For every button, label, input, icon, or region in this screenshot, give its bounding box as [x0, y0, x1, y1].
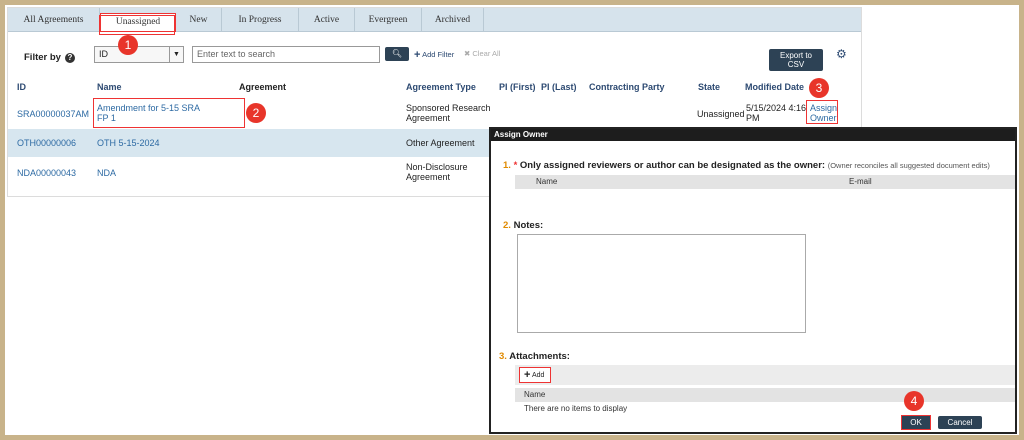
clear-all-label: Clear All [472, 49, 501, 58]
col-header-state[interactable]: State [698, 82, 720, 92]
assign-owner-dialog: Assign Owner 1. * Only assigned reviewer… [489, 127, 1017, 434]
clear-all-link[interactable]: ✖ Clear All [464, 49, 500, 58]
filter-field-value: ID [99, 49, 108, 59]
tab-evergreen[interactable]: Evergreen [355, 8, 422, 32]
plus-icon: + [524, 369, 531, 381]
attachments-col-name: Name [524, 390, 546, 399]
col-header-modified-date[interactable]: Modified Date [745, 82, 804, 92]
row-id[interactable]: SRA00000037AM [17, 109, 89, 119]
help-icon[interactable]: ? [64, 52, 75, 63]
row-date-line2: PM [746, 113, 760, 123]
add-label: Add [532, 372, 545, 379]
owner-section-note: (Owner reconciles all suggested document… [827, 161, 990, 170]
attachments-grid-header: Name [515, 388, 1015, 402]
tab-all-agreements[interactable]: All Agreements [8, 8, 100, 32]
owner-section-label: Only assigned reviewers or author can be… [519, 160, 826, 171]
owner-col-name: Name [536, 177, 558, 186]
attachments-section-heading: 3. Attachments: [499, 351, 570, 362]
col-header-name[interactable]: Name [97, 82, 122, 92]
plus-icon: + [414, 49, 421, 61]
row-name[interactable]: NDA [97, 168, 116, 178]
notes-textarea[interactable] [517, 234, 806, 333]
required-star: * [513, 160, 518, 171]
x-icon: ✖ [464, 49, 471, 58]
attachments-label: Attachments: [509, 351, 570, 362]
tab-new[interactable]: New [176, 8, 222, 32]
step-badge-2: 2 [246, 103, 266, 123]
owner-col-email: E-mail [849, 177, 872, 186]
highlight-row-name [93, 98, 245, 128]
filter-field-select[interactable]: ID ▼ [94, 46, 184, 63]
add-attachment-button[interactable]: + Add [519, 367, 551, 383]
row-type-line2: Agreement [406, 113, 451, 123]
chevron-down-icon[interactable]: ▼ [169, 47, 183, 62]
owner-section-heading: 1. * Only assigned reviewers or author c… [503, 160, 990, 171]
notes-section-heading: 2. Notes: [503, 220, 543, 231]
highlight-unassigned-tab [99, 15, 175, 35]
row-id[interactable]: NDA00000043 [17, 168, 76, 178]
add-filter-link[interactable]: + Add Filter [414, 49, 454, 61]
dialog-title: Assign Owner [491, 129, 1015, 141]
cancel-button[interactable]: Cancel [938, 416, 982, 429]
search-button[interactable]: 🔍︎ [385, 47, 409, 61]
col-header-agreement: Agreement [239, 82, 287, 92]
step-badge-4: 4 [904, 391, 924, 411]
step-badge-1: 1 [118, 35, 138, 55]
tab-in-progress[interactable]: In Progress [222, 8, 299, 32]
step-badge-3: 3 [809, 78, 829, 98]
row-state: Unassigned [697, 109, 745, 119]
row-date: 5/15/2024 4:16 [746, 103, 807, 113]
section-number: 1. [503, 160, 511, 171]
col-header-pi-last[interactable]: PI (Last) [541, 82, 577, 92]
col-header-contracting-party[interactable]: Contracting Party [589, 82, 665, 92]
filter-row: Filter by ? ID ▼ Enter text to search 🔍︎… [24, 46, 500, 63]
row-type: Non-Disclosure [406, 162, 468, 172]
row-type-line2: Agreement [406, 172, 451, 182]
col-header-agreement-type[interactable]: Agreement Type [406, 82, 476, 92]
col-header-id[interactable]: ID [17, 82, 26, 92]
section-number: 2. [503, 220, 511, 231]
tab-archived[interactable]: Archived [422, 8, 484, 32]
highlight-assign-owner [806, 100, 838, 124]
row-type: Sponsored Research [406, 103, 491, 113]
export-csv-label: Export to CSV [779, 51, 812, 69]
add-filter-label: Add Filter [422, 50, 455, 59]
search-icon: 🔍︎ [391, 49, 403, 58]
gear-icon[interactable]: ⚙ [836, 47, 847, 61]
ok-button[interactable]: OK [901, 415, 931, 430]
search-input[interactable]: Enter text to search [192, 46, 380, 63]
row-name[interactable]: OTH 5-15-2024 [97, 138, 160, 148]
section-number: 3. [499, 351, 507, 362]
row-type: Other Agreement [406, 138, 475, 148]
empty-list-message: There are no items to display [524, 404, 628, 413]
col-header-pi-first[interactable]: PI (First) [499, 82, 536, 92]
filter-label: Filter by [24, 52, 61, 63]
tab-active[interactable]: Active [299, 8, 355, 32]
attachments-toolbar [515, 365, 1015, 385]
export-csv-button[interactable]: Export to CSV [769, 49, 823, 71]
owner-grid-header: Name E-mail [515, 175, 1015, 189]
row-id[interactable]: OTH00000006 [17, 138, 76, 148]
notes-label: Notes: [513, 220, 544, 231]
